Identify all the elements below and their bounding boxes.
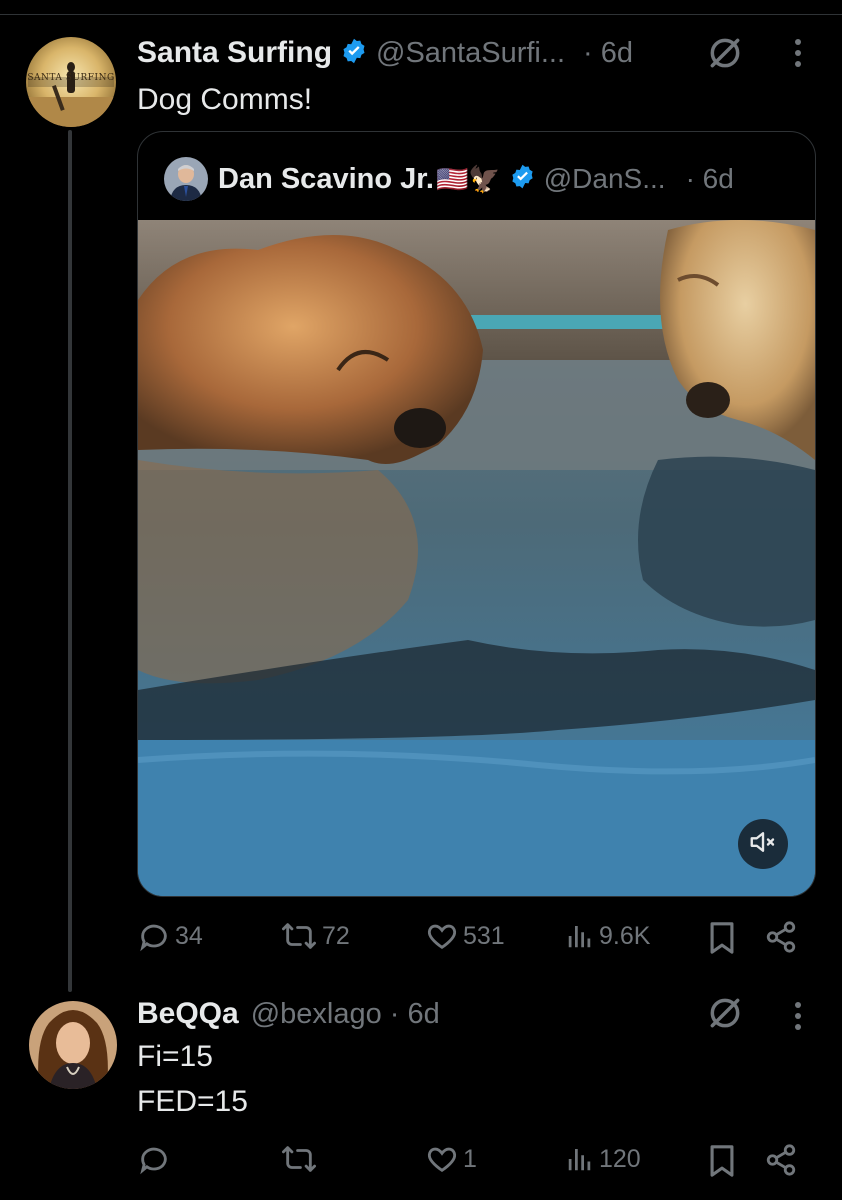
like-button[interactable]: 531 <box>425 919 505 953</box>
top-divider <box>0 14 842 15</box>
avatar-dan-scavino[interactable] <box>164 157 208 201</box>
reply-author-name[interactable]: BeQQa <box>137 997 239 1031</box>
reply-views-count: 120 <box>599 1144 641 1173</box>
reply-repost-button[interactable] <box>280 1142 322 1176</box>
reply-like-button[interactable]: 1 <box>425 1142 477 1176</box>
heart-icon <box>427 924 457 950</box>
views-count: 9.6K <box>599 921 651 950</box>
quote-time[interactable]: · 6d <box>686 163 734 195</box>
avatar-santa-surfing[interactable]: SANTA SURFING <box>26 37 116 127</box>
views-icon <box>568 1149 591 1171</box>
mute-button[interactable] <box>738 819 788 869</box>
reply-share-icon[interactable] <box>764 1143 798 1182</box>
reply-time[interactable]: · 6d <box>390 998 440 1031</box>
reply-header: BeQQa @bexlago · 6d <box>137 993 440 1035</box>
mute-icon <box>748 827 778 862</box>
author-handle[interactable]: @SantaSurfi... <box>376 37 565 70</box>
reply-bookmark-icon[interactable] <box>707 1144 737 1183</box>
post-header: Santa Surfing @SantaSurfi... · 6d <box>137 32 633 74</box>
verified-badge-icon <box>340 37 368 70</box>
quote-video[interactable] <box>138 220 815 896</box>
quote-author-handle[interactable]: @DanS... <box>544 163 666 195</box>
thread-connector-line <box>68 130 72 992</box>
reply-grok-icon[interactable] <box>706 994 744 1037</box>
reply-icon <box>140 1147 167 1175</box>
avatar-beqqa[interactable] <box>29 1001 117 1089</box>
repost-button[interactable]: 72 <box>280 919 350 953</box>
reply-more-options-icon[interactable] <box>787 1001 809 1036</box>
reply-count: 34 <box>175 921 203 950</box>
reply-icon <box>140 924 167 952</box>
quote-header: Dan Scavino Jr. 🇺🇸🦅 @DanS... · 6d <box>218 158 734 200</box>
reply-text-line-2: FED=15 <box>137 1085 248 1118</box>
more-options-icon[interactable] <box>787 38 809 73</box>
reply-views-button[interactable]: 120 <box>565 1142 641 1176</box>
like-count: 531 <box>463 921 505 950</box>
quoted-post[interactable]: Dan Scavino Jr. 🇺🇸🦅 @DanS... · 6d <box>137 131 816 897</box>
bookmark-icon[interactable] <box>707 921 737 960</box>
quote-author-emoji: 🇺🇸🦅 <box>436 163 501 194</box>
share-icon[interactable] <box>764 920 798 959</box>
author-name[interactable]: Santa Surfing <box>137 36 332 70</box>
quote-author-name[interactable]: Dan Scavino Jr. <box>218 163 434 196</box>
post-time[interactable]: · 6d <box>583 37 633 70</box>
repost-count: 72 <box>322 921 350 950</box>
views-button[interactable]: 9.6K <box>565 919 650 953</box>
reply-like-count: 1 <box>463 1144 477 1173</box>
quote-verified-badge-icon <box>509 163 536 195</box>
reply-button[interactable]: 34 <box>137 919 203 953</box>
views-icon <box>568 926 591 948</box>
grok-icon[interactable] <box>706 34 744 77</box>
post-text: Dog Comms! <box>137 83 313 116</box>
reply-text-line-1: Fi=15 <box>137 1040 213 1073</box>
avatar-brand-text: SANTA SURFING <box>27 73 115 83</box>
heart-icon <box>427 1147 457 1173</box>
repost-icon <box>281 923 316 949</box>
reply-author-handle[interactable]: @bexlago <box>251 998 382 1031</box>
reply-reply-button[interactable] <box>137 1142 175 1176</box>
repost-icon <box>281 1146 316 1172</box>
